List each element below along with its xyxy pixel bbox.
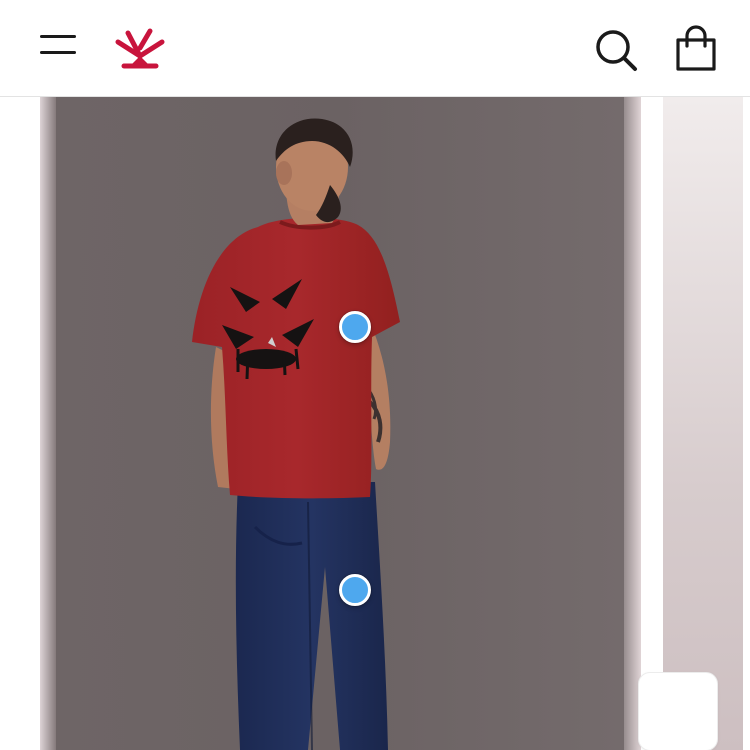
product-hotspot-pants[interactable]: pants [339, 574, 371, 606]
menu-line [40, 35, 76, 38]
top-header [0, 0, 750, 97]
model-photo [56, 97, 624, 750]
product-page: t-shirt pants [0, 0, 750, 750]
menu-line [40, 51, 76, 54]
product-image-main[interactable]: t-shirt pants [40, 97, 641, 750]
product-image-gallery[interactable]: t-shirt pants [0, 97, 750, 750]
product-image-next-preview[interactable] [663, 97, 743, 750]
search-icon[interactable] [592, 26, 640, 74]
brand-logo-icon[interactable] [110, 26, 170, 72]
product-hotspot-tshirt[interactable]: t-shirt [339, 311, 371, 343]
shopping-bag-icon[interactable] [672, 24, 720, 74]
hamburger-menu-icon[interactable] [36, 28, 80, 62]
image-overlay-card[interactable] [638, 672, 718, 750]
